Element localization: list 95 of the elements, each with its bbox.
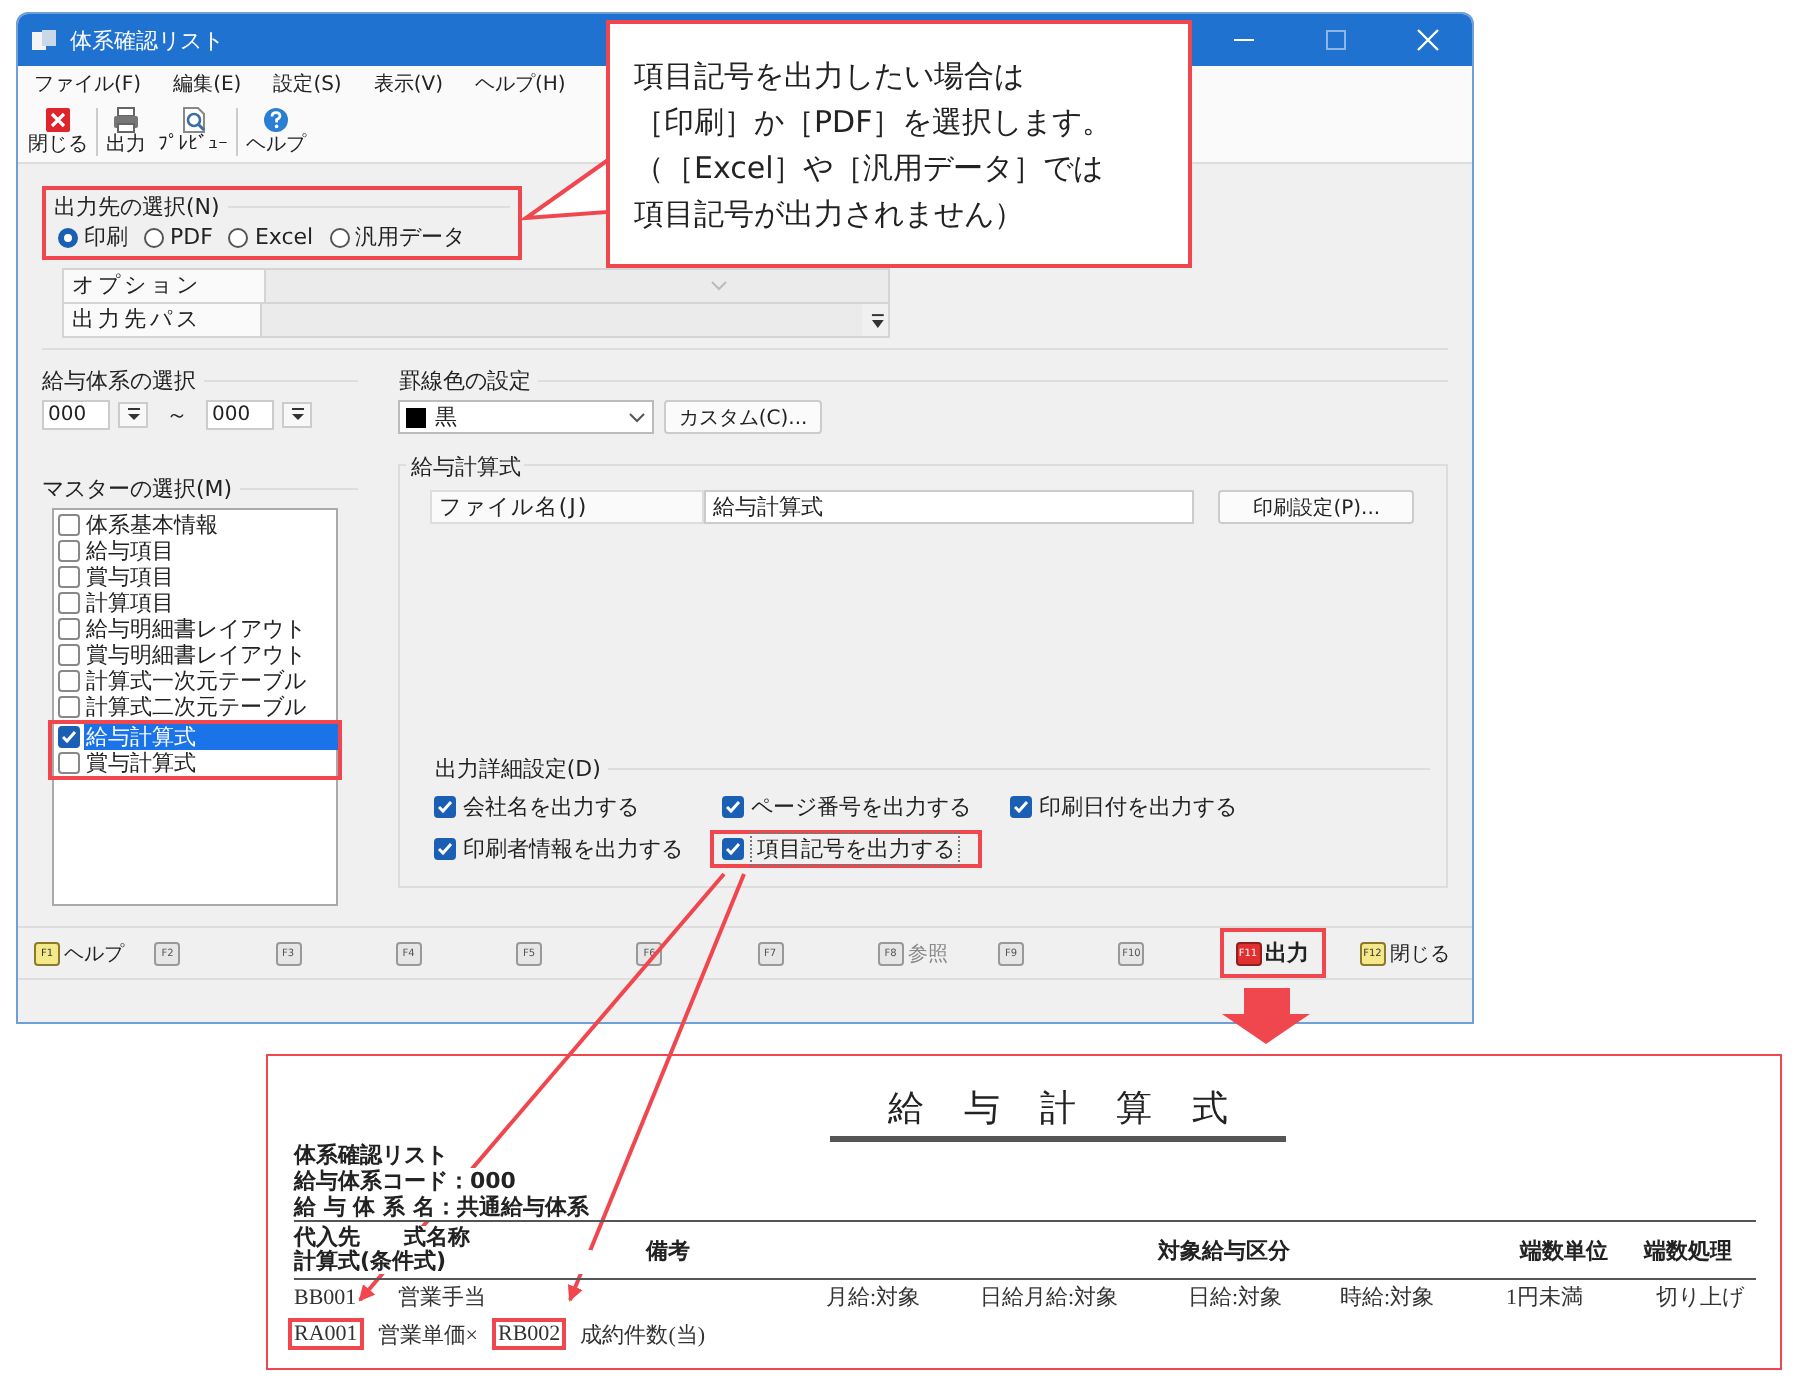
checkbox-label: 印刷日付を出力する: [1038, 792, 1237, 822]
radio-label: Excel: [254, 224, 314, 250]
app-icon: [30, 28, 58, 52]
table-cell-text: BB001: [294, 1285, 359, 1309]
checkbox[interactable]: [58, 592, 80, 614]
toolbar-button[interactable]: 出力: [102, 106, 150, 158]
dropdown-icon: [125, 408, 141, 422]
radio-label: PDF: [170, 224, 213, 250]
table-cell-text: 営業手当: [398, 1284, 488, 1312]
radio-button[interactable]: [58, 227, 78, 247]
group-label: 給与体系の選択: [42, 365, 196, 395]
checkbox[interactable]: [722, 796, 745, 818]
list-item[interactable]: 賞与明細書レイアウト: [84, 642, 308, 668]
menu-item[interactable]: 編集(E): [173, 70, 242, 98]
checkbox[interactable]: [58, 514, 80, 536]
column-header: 計算式(条件式): [294, 1250, 593, 1274]
field-label: 出力先パス: [64, 304, 263, 336]
report-info: 給与体系コード：000: [294, 1168, 516, 1194]
down-arrow-icon: [1222, 988, 1310, 1044]
checkbox[interactable]: [58, 618, 80, 640]
group-label: 給与計算式: [406, 452, 525, 482]
checkbox[interactable]: [1010, 796, 1033, 818]
menu-item[interactable]: ヘルプ(H): [475, 70, 566, 98]
checkbox[interactable]: [722, 838, 745, 860]
radio-button[interactable]: [329, 227, 350, 247]
list-item[interactable]: 計算式一次元テーブル: [84, 668, 308, 694]
checkbox[interactable]: [58, 726, 80, 748]
toolbar-button[interactable]: ﾌﾟﾚﾋﾞｭｰ: [154, 106, 232, 158]
checkbox[interactable]: [58, 566, 80, 588]
close-icon[interactable]: [1416, 28, 1440, 52]
table-cell-text: 日給:対象: [1188, 1283, 1285, 1312]
radio-label: 汎用データ: [355, 222, 466, 252]
callout-text: 項目記号を出力したい場合は ［印刷］か［PDF］を選択します。 （［Excel］や［汎用データ］では 項目記号が出力されません）: [606, 20, 1192, 268]
menu-item[interactable]: ファイル(F): [34, 70, 142, 98]
formula-text: 営業単価×: [375, 1321, 480, 1351]
radio-label: 印刷: [84, 222, 128, 252]
dropdown-icon: [868, 311, 888, 329]
table-cell-text: 月給:対象: [826, 1283, 923, 1312]
checkbox[interactable]: [58, 540, 80, 562]
toolbar-button[interactable]: ヘルプ: [242, 106, 310, 158]
checkbox[interactable]: [58, 644, 80, 666]
list-item[interactable]: 給与明細書レイアウト: [84, 616, 308, 642]
table-cell-text: 1円未満: [1506, 1284, 1585, 1312]
group-label: マスターの選択(M): [42, 473, 233, 503]
list-item[interactable]: 賞与計算式: [84, 750, 198, 776]
chevron-icon: [710, 280, 728, 292]
color-dropdown[interactable]: 黒: [398, 400, 655, 434]
dropdown-button[interactable]: [118, 402, 148, 428]
radio-button[interactable]: [144, 227, 164, 247]
list-item[interactable]: 給与項目: [84, 538, 176, 564]
list-item[interactable]: 体系基本情報: [84, 512, 220, 538]
checkbox-label: 項目記号を出力する: [750, 832, 961, 866]
input-field[interactable]: 000: [42, 400, 110, 430]
group-label: 出力詳細設定(D): [434, 753, 601, 783]
table-cell-text: 切り上げ: [1656, 1284, 1744, 1312]
window-title: 体系確認リスト: [70, 25, 224, 55]
report-info: 体系確認リスト: [294, 1142, 448, 1168]
formula-text: RB002: [492, 1318, 567, 1350]
checkbox-list[interactable]: 体系基本情報 給与項目 賞与項目 計算項目 給与明細書レイアウト 賞与明細書レイアウト 計算式一次元テーブル 計算式二次元テーブル 給与計算式 賞与計算式: [52, 508, 338, 906]
chevron-icon: [628, 412, 647, 424]
list-item[interactable]: 賞与項目: [84, 564, 176, 590]
list-item[interactable]: 計算式二次元テーブル: [84, 694, 308, 720]
range-separator: ～: [166, 400, 188, 430]
custom-button[interactable]: カスタム(C)...: [664, 400, 822, 434]
checkbox[interactable]: [434, 796, 457, 818]
checkbox[interactable]: [58, 752, 80, 774]
group-label: 罫線色の設定: [398, 365, 531, 395]
checkbox[interactable]: [434, 838, 457, 860]
checkbox-label: ページ番号を出力する: [750, 792, 971, 822]
list-item[interactable]: 給与計算式: [84, 724, 338, 750]
formula-text: 成約件数(当): [578, 1321, 708, 1351]
checkbox-label: 印刷者情報を出力する: [462, 834, 683, 864]
input-field[interactable]: 給与計算式: [704, 490, 1195, 524]
menu-item[interactable]: 表示(V): [373, 70, 443, 98]
list-item[interactable]: 計算項目: [84, 590, 176, 616]
dropdown-icon: [289, 408, 305, 422]
column-header: 代入先: [294, 1226, 404, 1250]
group-label: 出力先の選択(N): [54, 191, 220, 221]
checkbox[interactable]: [58, 696, 80, 718]
checkbox[interactable]: [58, 670, 80, 692]
field-label: オプション: [64, 270, 266, 302]
table-cell-text: 時給:対象: [1340, 1283, 1437, 1312]
field-label: ファイル名(J): [430, 490, 705, 524]
print-settings-button[interactable]: 印刷設定(P)...: [1218, 490, 1415, 524]
column-header: 式名称: [404, 1226, 470, 1250]
report-title: 給与計算式: [830, 1088, 1286, 1142]
toolbar-button[interactable]: 閉じる: [24, 106, 92, 158]
checkbox-label: 会社名を出力する: [462, 792, 639, 822]
report-info: 給 与 体 系 名：共通給与体系: [294, 1194, 589, 1220]
formula-text: RA001: [288, 1318, 364, 1350]
input-field[interactable]: 000: [206, 400, 274, 430]
dropdown-button[interactable]: [282, 402, 312, 428]
table-cell-text: 日給月給:対象: [980, 1283, 1121, 1312]
menu-item[interactable]: 設定(S): [273, 70, 342, 98]
radio-button[interactable]: [228, 227, 249, 247]
